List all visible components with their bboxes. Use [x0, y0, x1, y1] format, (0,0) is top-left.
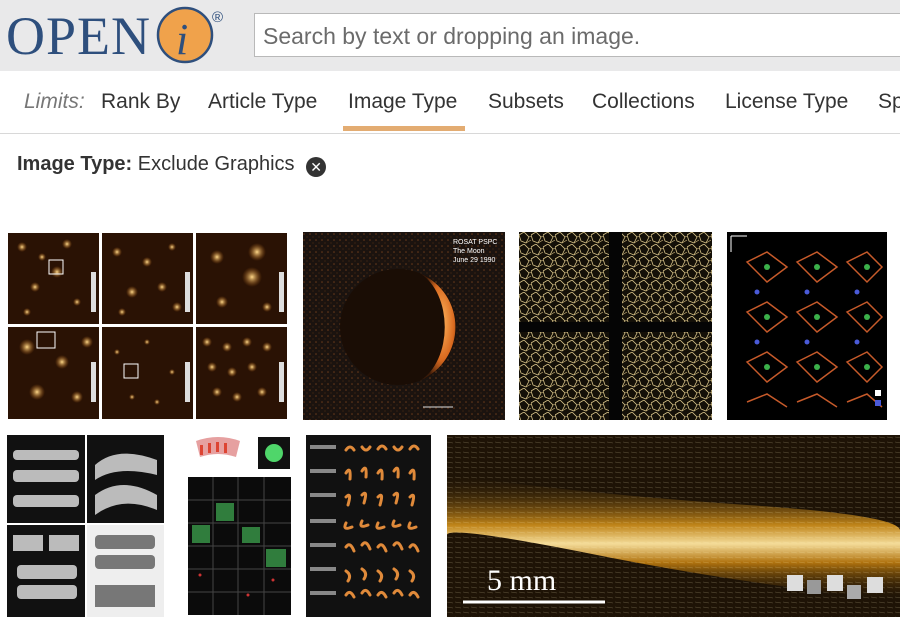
- remove-filter-icon[interactable]: ✕: [306, 157, 327, 177]
- svg-text:OPEN: OPEN: [6, 6, 151, 66]
- moon-caption-line-1: ROSAT PSPC: [453, 239, 497, 246]
- moon-caption-line-2: The Moon: [453, 248, 485, 255]
- tab-collections[interactable]: Collections: [592, 90, 695, 114]
- active-filter: Image Type: Exclude Graphics ✕: [17, 153, 327, 177]
- thumb-grayscale-segments[interactable]: [7, 435, 164, 617]
- tab-article-type[interactable]: Article Type: [208, 90, 317, 114]
- filter-value: Exclude Graphics: [137, 153, 295, 175]
- active-tab-indicator: [343, 126, 465, 131]
- thumb-fluorescence-grid[interactable]: [178, 435, 293, 617]
- openi-logo[interactable]: OPEN i ®: [2, 2, 234, 68]
- moon-caption-line-3: June 29 1990: [453, 257, 496, 264]
- thumb-afm-nanoparticles[interactable]: [7, 232, 288, 420]
- scale-bar-label: 5 mm: [487, 564, 556, 597]
- filter-name: Image Type:: [17, 153, 133, 175]
- thumb-network-panels[interactable]: [519, 232, 712, 420]
- tab-subsets[interactable]: Subsets: [488, 90, 564, 114]
- tab-more[interactable]: Sp: [878, 90, 900, 114]
- thumb-golden-fiber[interactable]: 5 mm: [447, 435, 900, 617]
- search-input[interactable]: Search by text or dropping an image.: [254, 13, 900, 57]
- limits-nav: Limits: Rank By Article Type Image Type …: [0, 71, 900, 134]
- thumb-shape-array[interactable]: [306, 435, 431, 617]
- thumb-crystal-structure[interactable]: [727, 232, 887, 420]
- header-bar: OPEN i ® Search by text or dropping an i…: [0, 0, 900, 72]
- tab-license-type[interactable]: License Type: [725, 90, 848, 114]
- tab-image-type[interactable]: Image Type: [348, 90, 457, 114]
- limits-label: Limits:: [24, 90, 85, 113]
- tab-rank-by[interactable]: Rank By: [101, 90, 180, 114]
- svg-text:®: ®: [212, 9, 223, 26]
- thumb-rosat-moon[interactable]: ROSAT PSPC The Moon June 29 1990: [303, 232, 505, 420]
- svg-text:i: i: [176, 15, 188, 64]
